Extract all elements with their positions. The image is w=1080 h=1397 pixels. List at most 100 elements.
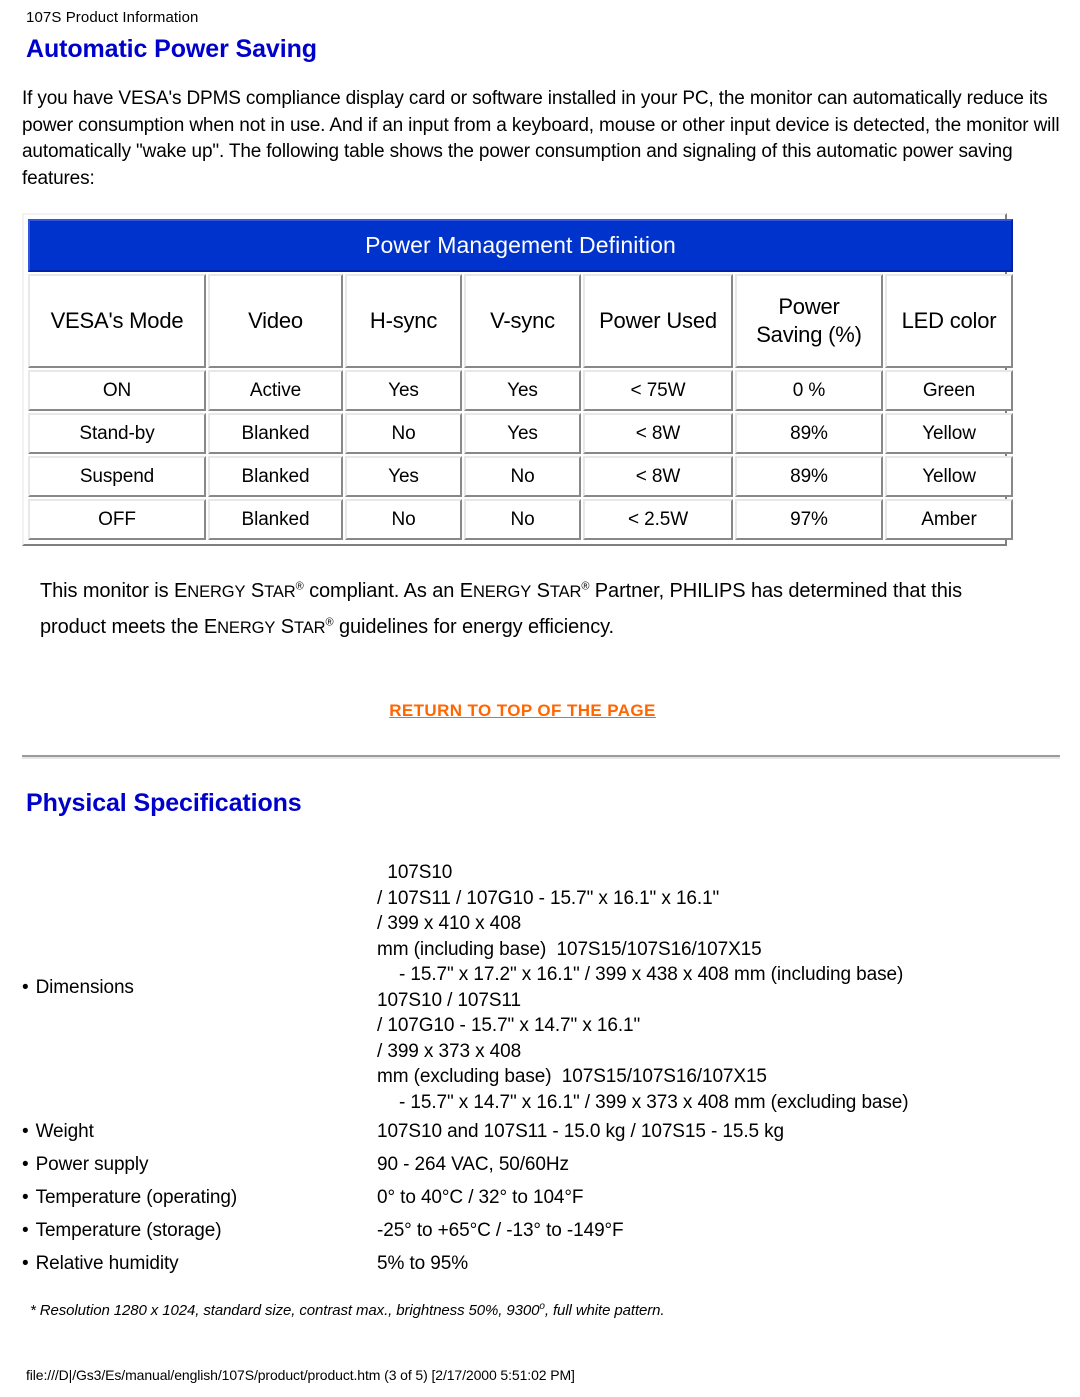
cell-video: Blanked <box>208 456 343 497</box>
intro-paragraph: If you have VESA's DPMS compliance displ… <box>22 88 1060 189</box>
page-footer-path: file:///D|/Gs3/Es/manual/english/107S/pr… <box>26 1367 575 1383</box>
spec-label-weight: • Weight <box>22 1115 377 1148</box>
dimension-line: / 107G10 - 15.7" x 14.7" x 16.1" <box>377 1015 641 1036</box>
spec-label-dimensions: • Dimensions <box>22 860 377 1115</box>
cell-video: Active <box>208 370 343 411</box>
bullet-icon: • <box>22 1252 29 1274</box>
footnote: * Resolution 1280 x 1024, standard size,… <box>30 1302 1060 1320</box>
bullet-icon: • <box>22 1120 29 1142</box>
column-header-power-saving: Power Saving (%) <box>735 274 883 368</box>
spec-label-text: Dimensions <box>35 976 134 998</box>
table-caption: Power Management Definition <box>28 219 1014 272</box>
energy-star-paragraph: This monitor is ENERGY STAR® compliant. … <box>40 574 1000 646</box>
cell-power-saving: 89% <box>735 456 883 497</box>
cell-vsync: Yes <box>464 370 581 411</box>
bullet-icon: • <box>22 1186 29 1208</box>
page-title-physical-specifications: Physical Specifications <box>26 789 302 817</box>
spec-label-text: Weight <box>35 1120 94 1142</box>
estar-text-2: compliant. As an <box>303 580 460 602</box>
cell-led-color: Yellow <box>885 413 1014 454</box>
table-row: OFF Blanked No No < 2.5W 97% Amber <box>28 499 1014 540</box>
cell-vsync: No <box>464 456 581 497</box>
running-head: 107S Product Information <box>26 9 199 26</box>
bullet-icon: • <box>22 1153 29 1175</box>
cell-led-color: Amber <box>885 499 1014 540</box>
column-header-led-color: LED color <box>885 274 1014 368</box>
dimension-line: 107S10 <box>377 862 453 883</box>
cell-mode: Suspend <box>28 456 206 497</box>
spec-row: • Temperature (storage) -25° to +65°C / -… <box>22 1214 1022 1247</box>
dimension-line: mm (excluding base) 107S15/107S16/107X15 <box>377 1066 767 1087</box>
cell-vsync: Yes <box>464 413 581 454</box>
power-management-table: Power Management Definition VESA's Mode … <box>26 217 1015 542</box>
energy-star-brand: ENERGY STAR <box>174 580 296 602</box>
spec-row: • Power supply 90 - 264 VAC, 50/60Hz <box>22 1148 1022 1181</box>
return-to-top-wrapper: RETURN TO TOP OF THE PAGE <box>20 701 1060 721</box>
spec-label-temperature-operating: • Temperature (operating) <box>22 1181 377 1214</box>
cell-hsync: No <box>345 413 462 454</box>
cell-mode: Stand-by <box>28 413 206 454</box>
table-row: Suspend Blanked Yes No < 8W 89% Yellow <box>28 456 1014 497</box>
spec-label-temperature-storage: • Temperature (storage) <box>22 1214 377 1247</box>
spec-label-power-supply: • Power supply <box>22 1148 377 1181</box>
footnote-text-pre: * Resolution 1280 x 1024, standard size,… <box>30 1302 540 1319</box>
column-header-v-sync: V-sync <box>464 274 581 368</box>
spec-label-text: Temperature (operating) <box>35 1186 238 1208</box>
column-header-power-used: Power Used <box>583 274 733 368</box>
cell-power-used: < 8W <box>583 413 733 454</box>
spec-value-temperature-operating: 0° to 40°C / 32° to 104°F <box>377 1186 584 1208</box>
dimension-line: - 15.7" x 14.7" x 16.1" / 399 x 373 x 40… <box>399 1091 909 1113</box>
cell-hsync: Yes <box>345 370 462 411</box>
section-divider <box>22 755 1060 759</box>
page-title-automatic-power-saving: Automatic Power Saving <box>26 35 317 63</box>
cell-power-saving: 89% <box>735 413 883 454</box>
cell-led-color: Green <box>885 370 1014 411</box>
return-to-top-link[interactable]: RETURN TO TOP OF THE PAGE <box>389 701 656 720</box>
column-header-vesas-mode: VESA's Mode <box>28 274 206 368</box>
cell-power-saving: 97% <box>735 499 883 540</box>
spec-value-dimensions: 107S10 / 107S11 / 107G10 - 15.7" x 16.1"… <box>377 860 1022 1115</box>
energy-star-brand: ENERGY STAR <box>203 616 326 638</box>
cell-led-color: Yellow <box>885 456 1014 497</box>
cell-power-used: < 2.5W <box>583 499 733 540</box>
dimension-line: mm (including base) 107S15/107S16/107X15 <box>377 938 762 960</box>
spec-row: • Weight 107S10 and 107S11 - 15.0 kg / 10… <box>22 1115 1022 1148</box>
spec-value-temperature-storage: -25° to +65°C / -13° to -149°F <box>377 1219 624 1241</box>
table-caption-row: Power Management Definition <box>28 219 1014 272</box>
estar-text-1: This monitor is <box>40 580 174 602</box>
spec-label-text: Relative humidity <box>35 1252 179 1274</box>
power-saving-line-2: Saving (%) <box>756 322 862 347</box>
spec-label-text: Temperature (storage) <box>35 1219 222 1241</box>
energy-star-brand: ENERGY STAR <box>459 580 582 602</box>
power-saving-line-1: Power <box>778 294 840 319</box>
spec-row: • Relative humidity 5% to 95% <box>22 1247 1022 1280</box>
bullet-icon: • <box>22 976 29 998</box>
cell-hsync: Yes <box>345 456 462 497</box>
cell-power-used: < 8W <box>583 456 733 497</box>
table-row: ON Active Yes Yes < 75W 0 % Green <box>28 370 1014 411</box>
spec-value-weight: 107S10 and 107S11 - 15.0 kg / 107S15 - 1… <box>377 1120 785 1142</box>
dimension-line: / 107S11 / 107G10 - 15.7" x 16.1" x 16.1… <box>377 887 720 909</box>
cell-video: Blanked <box>208 413 343 454</box>
cell-hsync: No <box>345 499 462 540</box>
table-header-row: VESA's Mode Video H-sync V-sync Power Us… <box>28 274 1014 368</box>
spec-value-power-supply: 90 - 264 VAC, 50/60Hz <box>377 1153 569 1175</box>
spec-row-dimensions: • Dimensions 107S10 / 107S11 / 107G10 - 1… <box>22 860 1022 1115</box>
cell-power-used: < 75W <box>583 370 733 411</box>
power-management-table-frame: Power Management Definition VESA's Mode … <box>22 213 1014 546</box>
spec-row: • Temperature (operating) 0° to 40°C / 32… <box>22 1181 1022 1214</box>
footnote-text-post: , full white pattern. <box>544 1302 665 1319</box>
dimension-line: - 15.7" x 17.2" x 16.1" / 399 x 438 x 40… <box>399 964 904 985</box>
dimension-lines: 107S10 / 107S11 / 107G10 - 15.7" x 16.1"… <box>377 860 1022 1115</box>
registered-icon: ® <box>295 580 304 593</box>
dimension-line: / 399 x 373 x 408 <box>377 1040 522 1062</box>
spec-value-relative-humidity: 5% to 95% <box>377 1252 468 1274</box>
document-page: 107S Product Information Automatic Power… <box>0 0 1080 1397</box>
column-header-h-sync: H-sync <box>345 274 462 368</box>
cell-mode: ON <box>28 370 206 411</box>
registered-icon: ® <box>325 616 334 629</box>
physical-specifications-table: • Dimensions 107S10 / 107S11 / 107G10 - 1… <box>22 860 1022 1280</box>
cell-video: Blanked <box>208 499 343 540</box>
estar-text-4: guidelines for energy efficiency. <box>333 616 614 638</box>
cell-power-saving: 0 % <box>735 370 883 411</box>
